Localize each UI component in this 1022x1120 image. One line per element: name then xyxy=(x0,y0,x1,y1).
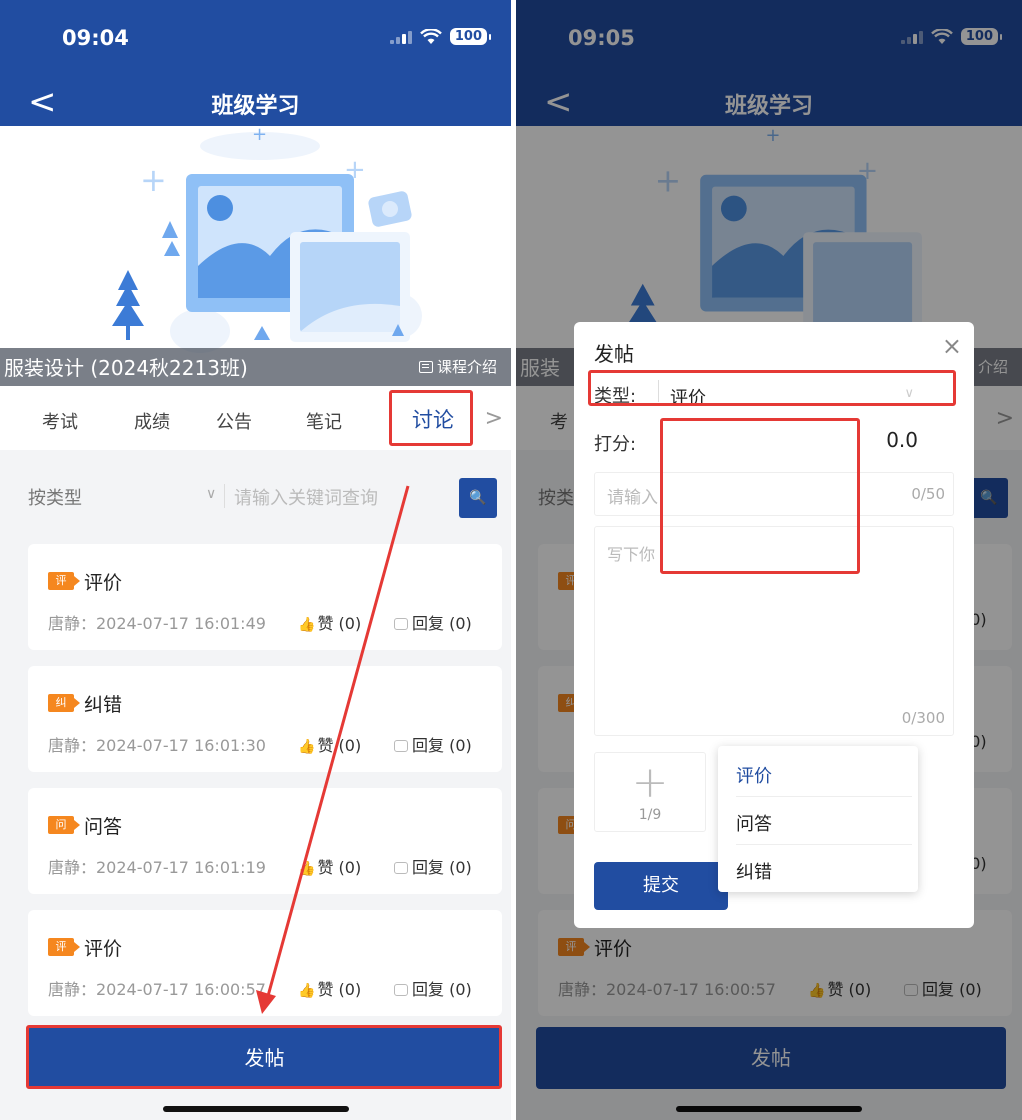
score-value[interactable]: 0.0 xyxy=(886,428,918,452)
content-placeholder: 写下你 xyxy=(607,545,656,564)
title-char-count: 0/50 xyxy=(911,485,945,503)
highlight-box-type-row xyxy=(588,370,956,406)
home-indicator xyxy=(162,1106,349,1112)
title-placeholder: 请输入 xyxy=(607,488,658,508)
image-upload-button[interactable]: + 1/9 xyxy=(594,752,706,832)
highlight-box-dropdown xyxy=(660,418,860,574)
new-post-dialog: 发帖 × 类型: 评价 ∨ 打分: 0.0 请输入 0/50 写下你 0/300… xyxy=(574,322,974,928)
submit-button[interactable]: 提交 xyxy=(594,862,728,910)
dropdown-option-review[interactable]: 评价 xyxy=(736,762,772,788)
left-screen: 09:04 100 < 班级学习 + + + 服装设计 (2024秋2213班)… xyxy=(0,0,511,1120)
dialog-title: 发帖 xyxy=(594,342,634,366)
content-char-count: 0/300 xyxy=(901,709,945,727)
dropdown-option-qa[interactable]: 问答 xyxy=(736,810,772,836)
divider xyxy=(736,844,912,845)
plus-icon: + xyxy=(631,757,669,808)
divider xyxy=(736,796,912,797)
upload-count: 1/9 xyxy=(638,807,662,823)
right-screen: 09:05 100 < 班级学习 + + + 服装 介绍 考 > 按类 🔍 评 … xyxy=(516,0,1022,1120)
type-dropdown-menu: 评价 问答 纠错 xyxy=(718,746,918,892)
score-label: 打分: xyxy=(594,434,637,455)
close-icon[interactable]: × xyxy=(942,332,962,360)
annotation-arrow xyxy=(256,485,410,1014)
dropdown-option-correction[interactable]: 纠错 xyxy=(736,858,772,884)
